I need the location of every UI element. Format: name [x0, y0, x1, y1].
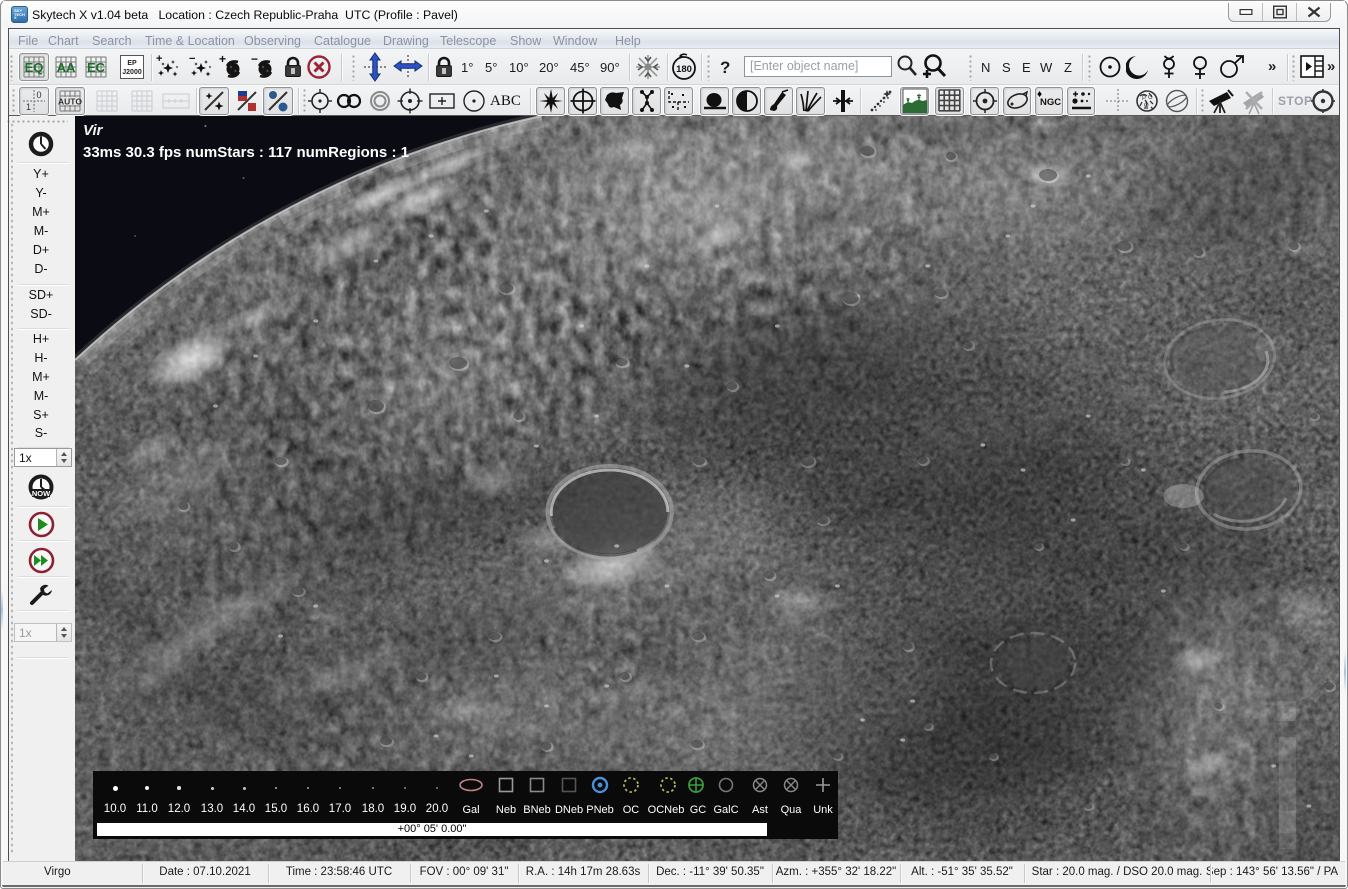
svg-text:+: +: [219, 54, 226, 66]
svg-text:0: 0: [37, 90, 42, 100]
svg-text:NOW: NOW: [32, 489, 51, 498]
svg-text:−: −: [251, 54, 258, 66]
svg-text:O: O: [1144, 103, 1149, 109]
svg-text:−: −: [189, 54, 195, 65]
svg-text:180: 180: [676, 64, 692, 75]
svg-text:AUTO: AUTO: [58, 97, 82, 107]
svg-text:P: P: [1142, 96, 1146, 102]
svg-text:+: +: [156, 54, 162, 65]
svg-text:G: G: [1148, 95, 1153, 101]
svg-text:EC: EC: [86, 60, 105, 75]
svg-text:AA: AA: [56, 60, 75, 75]
svg-text:EQ: EQ: [25, 60, 44, 75]
svg-text:1: 1: [26, 102, 31, 112]
